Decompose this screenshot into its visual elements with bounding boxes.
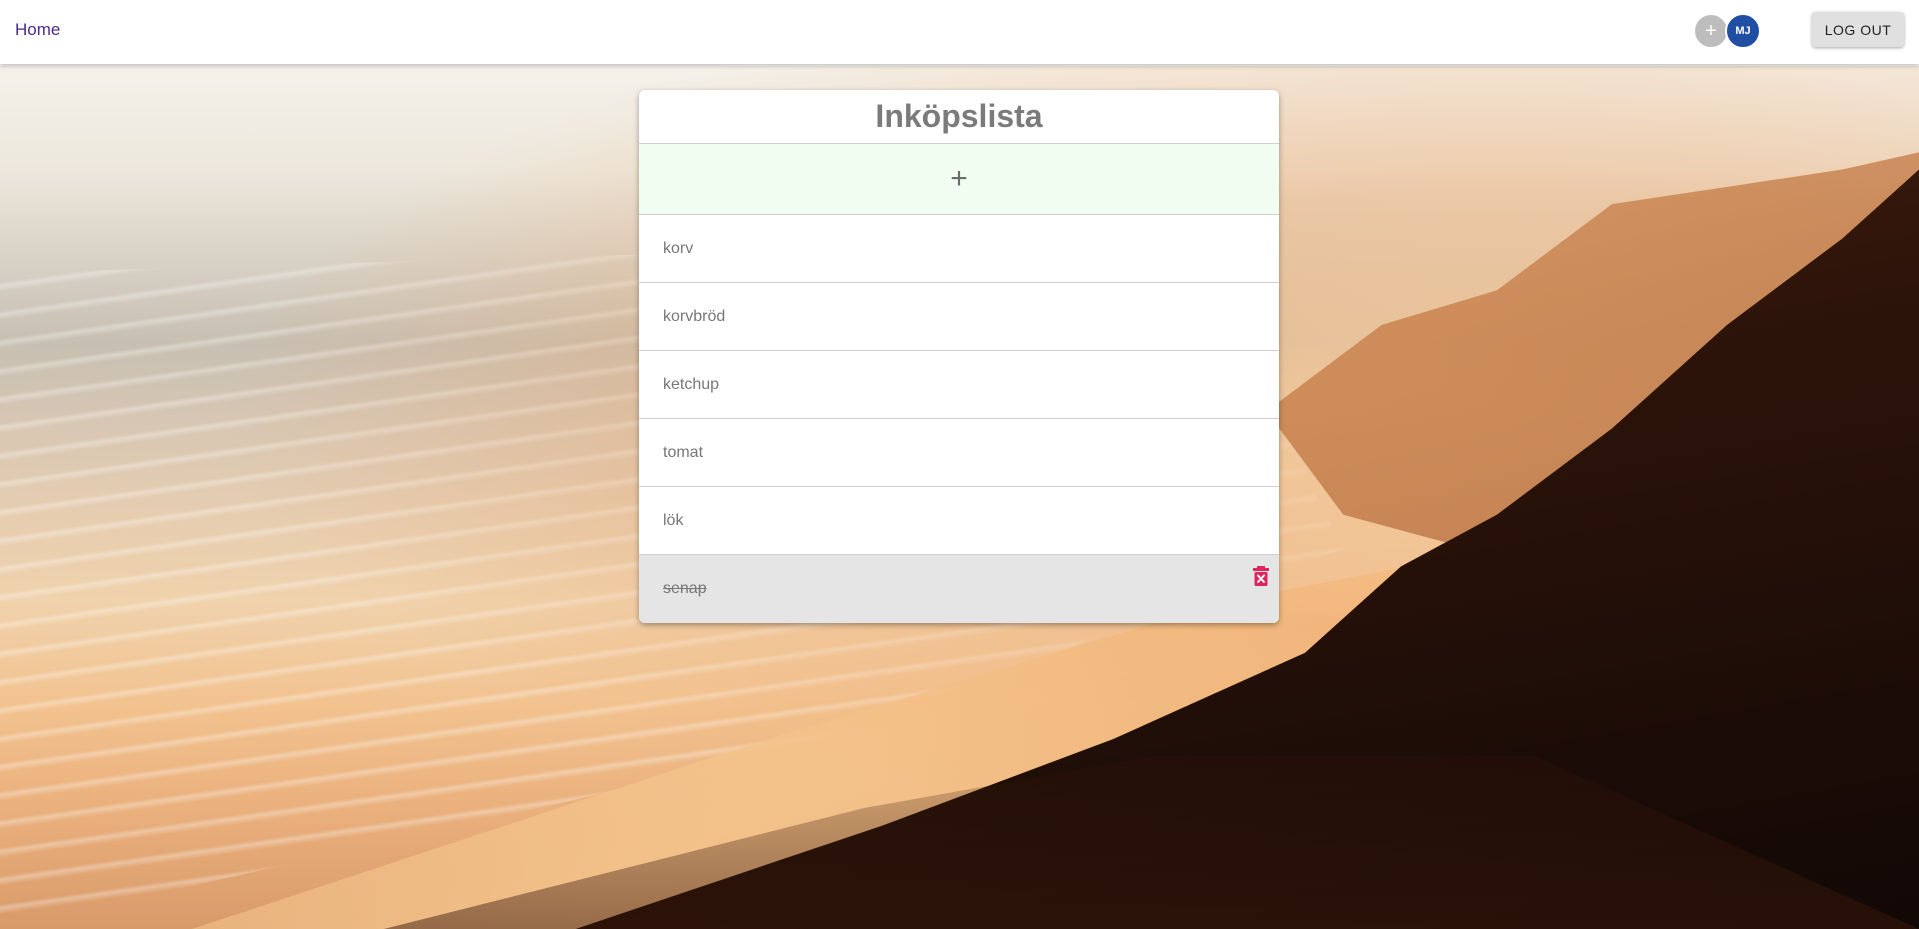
plus-icon: +: [1705, 19, 1717, 42]
delete-item-button[interactable]: [1253, 566, 1269, 586]
shopping-list-card: Inköpslista + korv korvbröd ketchup toma…: [639, 90, 1279, 623]
add-icon: +: [950, 162, 968, 195]
list-item[interactable]: tomat: [639, 419, 1279, 487]
list-item[interactable]: korv: [639, 215, 1279, 283]
list-item-label: tomat: [663, 443, 704, 461]
list-item-label: lök: [663, 511, 684, 529]
list-title: Inköpslista: [639, 90, 1279, 144]
trash-icon: [1253, 566, 1269, 586]
list-item-checked[interactable]: senap: [639, 555, 1279, 623]
top-app-bar: Home + MJ LOG OUT: [0, 0, 1919, 64]
list-item-label: korv: [663, 239, 694, 257]
list-item-label: ketchup: [663, 375, 720, 393]
add-item-button[interactable]: +: [639, 144, 1279, 215]
list-item[interactable]: ketchup: [639, 351, 1279, 419]
list-item-label: korvbröd: [663, 307, 726, 325]
user-avatar: MJ: [1725, 13, 1761, 49]
home-link[interactable]: Home: [15, 20, 60, 40]
logout-button[interactable]: LOG OUT: [1812, 12, 1904, 47]
list-item-label: senap: [663, 580, 707, 597]
list-item[interactable]: lök: [639, 487, 1279, 555]
share-list-button[interactable]: +: [1693, 13, 1729, 49]
list-item[interactable]: korvbröd: [639, 283, 1279, 351]
avatar-initials: MJ: [1735, 25, 1751, 37]
